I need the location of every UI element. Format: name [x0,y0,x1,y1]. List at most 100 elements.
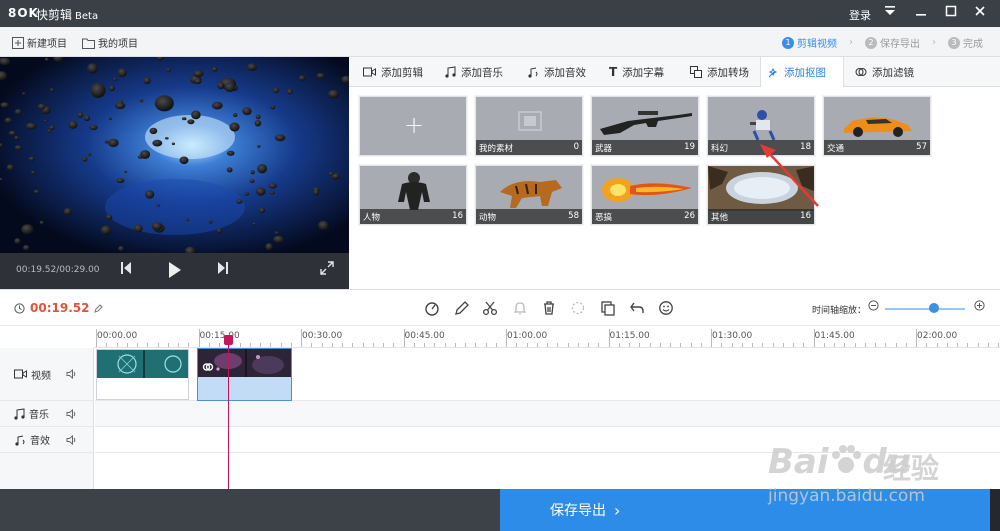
next-frame-icon[interactable] [217,261,229,278]
ruler-tick [352,343,354,347]
sound-effect-icon [528,67,538,78]
asteroid-shape [0,102,9,108]
tab-add-music[interactable]: 添加音乐 [439,57,509,87]
ruler-time-label: 00:15.00 [199,331,240,341]
ruler-tick [270,343,272,347]
ruler-time-label: 01:00.00 [507,331,548,341]
video-icon [14,369,27,379]
step-2: 2 保存导出 [865,35,920,50]
new-project-button[interactable]: 新建项目 [12,35,67,50]
ruler-tick [434,343,436,347]
ruler-tick [639,343,641,347]
asteroid-shape [274,134,286,142]
asteroid-shape [286,89,293,95]
pencil-edit-icon[interactable] [454,300,470,320]
ruler-tick [465,343,466,347]
playhead-handle[interactable] [224,335,233,345]
ruler-tick [178,343,179,347]
asteroid-shape [14,145,23,151]
minimize-icon[interactable] [911,4,931,22]
asteroid-shape [217,82,225,90]
track-music[interactable] [95,401,1000,427]
asset-category-weapons[interactable]: 武器 19 [590,95,700,157]
tab-add-transition[interactable]: 添加转场 [684,57,755,87]
step-3: 3 完成 [948,35,983,50]
maximize-icon[interactable] [941,4,961,22]
asteroid-shape [270,105,276,110]
previous-frame-icon[interactable] [120,261,132,278]
cutout-icon [768,67,778,77]
zoom-slider-thumb[interactable] [929,303,939,313]
asteroid-shape [25,122,37,130]
ruler-tick [793,343,794,347]
asteroid-shape [145,190,155,199]
login-link[interactable]: 登录 [849,7,871,23]
zoom-out-icon[interactable] [868,300,879,314]
paw-icon [831,445,861,473]
asteroid-shape [108,138,119,148]
zoom-slider-track[interactable] [885,308,965,310]
asset-category-vehicles[interactable]: 交通 57 [822,95,932,157]
ruler-tick [854,343,856,347]
play-icon[interactable] [168,261,182,282]
video-clip-1[interactable] [96,349,189,400]
my-projects-button[interactable]: 我的项目 [82,35,138,50]
asteroid-shape [68,120,78,129]
asteroid-shape [254,120,262,127]
add-asset-tile[interactable]: + [358,95,468,157]
zoom-in-icon[interactable] [974,300,985,314]
tiger-thumbnail [500,180,562,208]
robot-thumbnail [750,110,776,141]
asteroid-shape [44,57,49,62]
ruler-tick [936,343,938,347]
asteroid-shape [112,77,117,81]
tab-add-subtitle[interactable]: T 添加字幕 [603,57,670,87]
ruler-tick [454,343,456,347]
video-preview[interactable] [0,57,349,253]
ruler-tick [516,343,518,347]
scrollbar[interactable] [990,489,1000,531]
copy-icon[interactable] [600,300,616,320]
ruler-tick [649,343,651,347]
tab-add-filter[interactable]: 添加滤镜 [849,57,920,87]
asteroid-shape [257,145,261,148]
asteroid-shape [208,219,213,224]
app-name: 快剪辑 [36,8,73,22]
step-1: 1 剪辑视频 [782,35,837,50]
asset-category-animals[interactable]: 动物 58 [474,164,584,226]
volume-icon[interactable] [66,408,77,419]
asset-category-scifi[interactable]: 科幻 18 [706,95,816,157]
ruler-time-label: 01:15.00 [609,331,650,341]
smiley-icon[interactable] [658,300,674,320]
asteroid-shape [149,127,158,135]
asteroid-shape [100,225,112,235]
music-note-icon [445,66,456,78]
undo-icon[interactable] [629,300,645,320]
tab-add-cutout[interactable]: 添加抠图 [760,57,844,88]
delete-icon[interactable] [541,300,557,320]
ruler-tick [485,343,487,347]
ruler-tick [731,343,733,347]
asset-category-other[interactable]: 其他 16 [706,164,816,226]
asset-category-funny[interactable]: 恶搞 26 [590,164,700,226]
chevron-right-icon: › [849,37,853,48]
asset-category-people[interactable]: 人物 16 [358,164,468,226]
volume-icon[interactable] [66,369,77,379]
close-icon[interactable] [970,4,990,22]
volume-icon[interactable] [66,434,77,445]
asteroid-shape [250,170,255,175]
edit-time-icon [94,303,104,313]
tab-add-sound-effect[interactable]: 添加音效 [521,57,592,87]
asset-category-my-materials[interactable]: 我的素材 0 [474,95,584,157]
scissors-icon[interactable] [482,300,498,320]
speed-icon[interactable] [424,300,440,320]
asteroid-shape [229,122,240,132]
asteroid-shape [318,220,329,231]
tab-add-clip[interactable]: 添加剪辑 [357,57,429,87]
ruler-tick [741,343,743,347]
fullscreen-icon[interactable] [320,261,334,278]
video-clip-2-selected[interactable] [197,348,292,401]
text-icon: T [609,65,618,79]
chevron-right-icon: › [932,37,936,48]
dropdown-menu-icon[interactable] [880,4,900,22]
